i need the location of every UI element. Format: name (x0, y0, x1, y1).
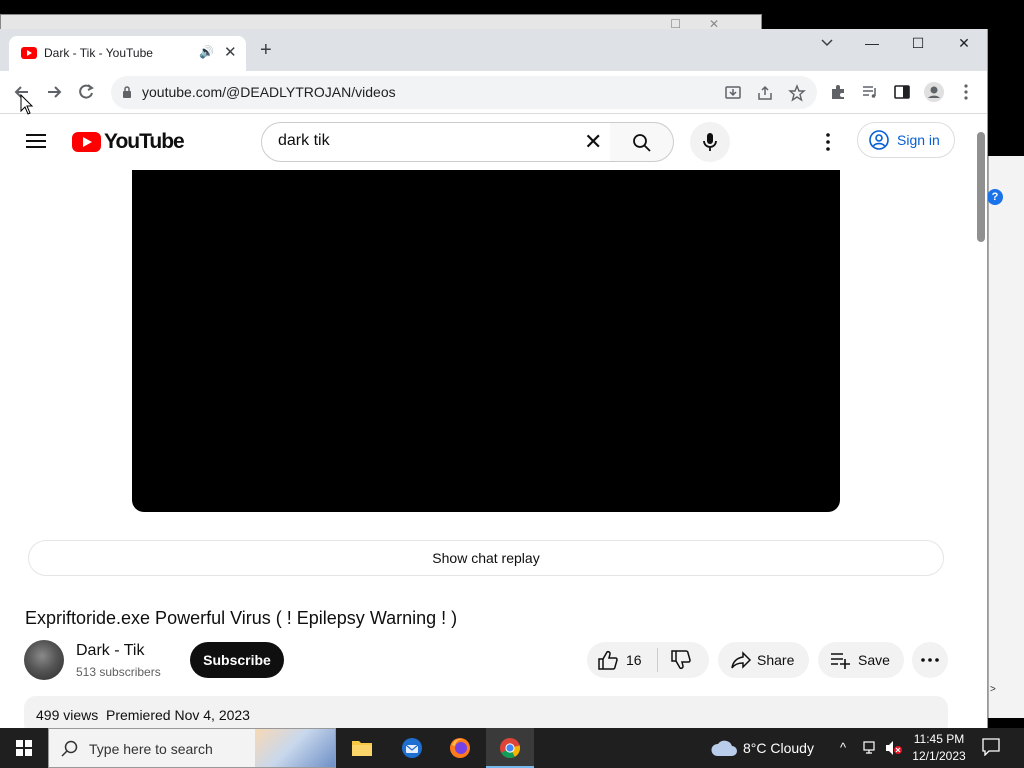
account-icon (869, 130, 889, 150)
chrome-window: Dark - Tik - YouTube 🔊 ✕ + — ☐ ✕ youtube… (0, 29, 988, 728)
chevron-right-icon[interactable]: > (990, 684, 996, 695)
youtube-play-icon (72, 132, 101, 152)
save-button[interactable]: Save (818, 642, 904, 678)
subscriber-count: 513 subscribers (76, 665, 161, 679)
like-dislike-group: 16 (587, 642, 709, 678)
maximize-button[interactable]: ☐ (895, 29, 941, 59)
youtube-logo-text: YouTube (104, 130, 185, 153)
tab-youtube[interactable]: Dark - Tik - YouTube 🔊 ✕ (9, 36, 246, 71)
youtube-page: YouTube ✕ Sign in Show chat replay Expri… (0, 114, 987, 728)
notifications-icon[interactable] (982, 738, 1000, 756)
youtube-favicon-icon (21, 47, 37, 59)
channel-name[interactable]: Dark - Tik (76, 642, 144, 660)
view-count: 499 views (36, 707, 99, 723)
taskbar-chrome[interactable] (486, 728, 534, 768)
tab-strip: Dark - Tik - YouTube 🔊 ✕ + — ☐ ✕ (0, 29, 987, 71)
subscribe-button[interactable]: Subscribe (190, 642, 284, 678)
thunderbird-icon (402, 738, 422, 758)
close-window-button[interactable]: ✕ (941, 29, 987, 59)
search-input[interactable] (278, 132, 568, 150)
dislike-icon[interactable] (670, 650, 692, 670)
search-icon (633, 134, 651, 152)
sidepanel-icon[interactable] (893, 83, 911, 101)
share-label: Share (757, 652, 795, 668)
mouse-cursor-icon (20, 94, 34, 115)
show-chat-replay-button[interactable]: Show chat replay (28, 540, 944, 576)
taskbar-search-placeholder: Type here to search (89, 741, 213, 757)
sign-in-label: Sign in (897, 132, 940, 148)
windows-taskbar: Type here to search 8°C Cloudy ^ 11:45 P… (0, 728, 1024, 768)
help-icon[interactable]: ? (987, 189, 1003, 205)
minimize-button[interactable]: — (849, 29, 895, 59)
tab-title: Dark - Tik - YouTube (44, 46, 153, 60)
file-explorer-icon (352, 741, 372, 756)
share-arrow-icon (731, 651, 752, 669)
video-player[interactable] (132, 170, 840, 512)
search-icon (61, 740, 78, 757)
share-icon[interactable] (756, 84, 774, 102)
like-divider (657, 648, 658, 672)
extensions-icon[interactable] (829, 83, 847, 101)
taskbar-thunderbird[interactable] (388, 728, 436, 768)
network-icon[interactable] (863, 740, 879, 756)
settings-more-icon[interactable] (818, 132, 838, 152)
voice-search-button[interactable] (690, 122, 730, 162)
system-clock[interactable]: 11:45 PM 12/1/2023 (908, 731, 970, 765)
save-label: Save (858, 652, 890, 668)
chevron-down-icon[interactable] (820, 35, 834, 49)
install-icon[interactable] (724, 84, 742, 102)
search-box[interactable]: ✕ (261, 122, 611, 162)
volume-muted-icon[interactable] (885, 740, 903, 756)
browser-toolbar: youtube.com/@DEADLYTROJAN/videos (0, 71, 987, 114)
show-hidden-icons[interactable]: ^ (840, 740, 846, 755)
description-box[interactable]: 499 views Premiered Nov 4, 2023 (24, 696, 948, 728)
like-icon[interactable] (597, 650, 619, 670)
guide-menu-icon[interactable] (26, 134, 46, 149)
new-tab-button[interactable]: + (260, 40, 272, 60)
sign-in-button[interactable]: Sign in (857, 122, 955, 158)
video-title: Expriftoride.exe Powerful Virus ( ! Epil… (25, 608, 458, 628)
audio-playing-icon[interactable]: 🔊 (199, 45, 214, 59)
taskbar-file-explorer[interactable] (338, 728, 386, 768)
clock-time: 11:45 PM (913, 732, 965, 746)
start-button[interactable] (0, 728, 48, 768)
menu-icon[interactable] (957, 83, 975, 101)
clock-date: 12/1/2023 (912, 749, 966, 763)
url-text[interactable]: youtube.com/@DEADLYTROJAN/videos (142, 84, 396, 100)
address-bar[interactable]: youtube.com/@DEADLYTROJAN/videos (111, 76, 817, 109)
search-highlight-image (255, 729, 335, 767)
lock-icon[interactable] (122, 86, 132, 98)
like-count[interactable]: 16 (626, 652, 642, 668)
chrome-icon (500, 738, 521, 759)
more-icon (921, 658, 939, 662)
media-icon[interactable] (861, 83, 879, 101)
firefox-icon (450, 738, 470, 758)
cloudy-icon (711, 740, 737, 756)
youtube-masthead: YouTube ✕ Sign in (0, 114, 975, 170)
star-icon[interactable] (788, 84, 806, 102)
taskbar-firefox[interactable] (436, 728, 484, 768)
weather-text: 8°C Cloudy (743, 740, 814, 756)
premiere-date: Premiered Nov 4, 2023 (106, 707, 250, 723)
more-actions-button[interactable] (912, 642, 948, 678)
taskbar-search-box[interactable]: Type here to search (48, 728, 336, 768)
clear-search-icon[interactable]: ✕ (584, 131, 602, 153)
close-tab-icon[interactable]: ✕ (224, 43, 237, 61)
forward-icon[interactable] (43, 81, 65, 103)
save-icon (831, 653, 850, 669)
page-scrollbar[interactable] (975, 128, 987, 728)
windows-start-icon (16, 740, 32, 756)
channel-avatar[interactable] (24, 640, 64, 680)
scrollbar-thumb[interactable] (977, 132, 985, 242)
reload-icon[interactable] (75, 81, 97, 103)
search-button[interactable] (610, 122, 674, 162)
mic-icon (703, 133, 717, 151)
profile-icon[interactable] (924, 82, 944, 102)
background-side-window: ? > (987, 156, 1024, 718)
share-button[interactable]: Share (718, 642, 809, 678)
